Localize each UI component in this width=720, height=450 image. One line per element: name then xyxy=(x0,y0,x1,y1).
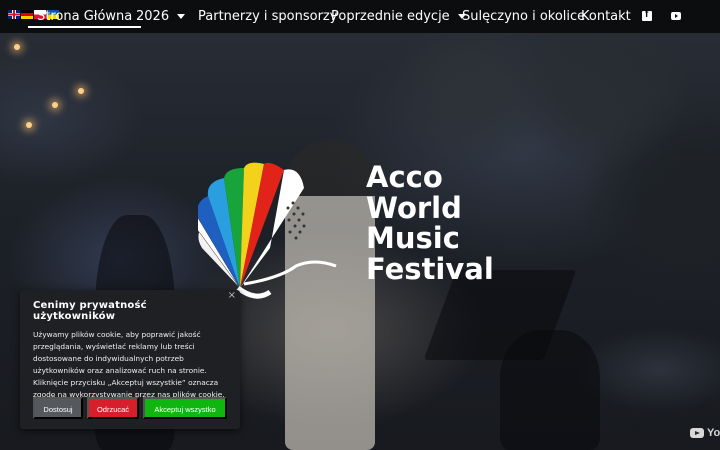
german-flag-icon[interactable] xyxy=(21,10,33,19)
reject-button[interactable]: Odrzucać xyxy=(87,397,139,419)
youtube-watermark[interactable]: YouTube xyxy=(690,427,720,439)
title-line: Acco xyxy=(366,160,443,194)
nav-item-contact[interactable]: Kontakt xyxy=(581,0,631,33)
customize-button[interactable]: Dostosuj xyxy=(33,397,83,419)
nav-item-label: Poprzednie edycje xyxy=(331,9,450,24)
nav-item-region[interactable]: Sulęczyno i okolice xyxy=(462,0,585,33)
title-line: World xyxy=(366,190,462,225)
nav-item-2026[interactable]: 2026 xyxy=(136,0,186,33)
cookie-consent-banner: × Cenimy prywatność użytkowników Używamy… xyxy=(20,290,240,429)
cookie-text-line: Używamy plików cookie, aby poprawić jako… xyxy=(33,330,201,339)
accordion-butterfly-logo xyxy=(198,162,337,299)
nav-item-partners[interactable]: Partnerzy i sponsorzy xyxy=(198,0,337,33)
nav-item-label: 2026 xyxy=(136,9,170,24)
cookie-text-line: użytkowników oraz analizować ruch na str… xyxy=(33,366,207,375)
nav-item-previous-editions[interactable]: Poprzednie edycje xyxy=(331,0,466,33)
festival-title: Acco World Music Festival xyxy=(366,162,494,284)
cookie-title: Cenimy prywatność użytkowników xyxy=(33,300,147,322)
stage-light xyxy=(78,88,84,94)
youtube-icon[interactable] xyxy=(671,12,681,20)
stage-light xyxy=(52,102,58,108)
title-line: Music xyxy=(366,221,460,255)
cookie-text-line: przeglądania, wyświetlać reklamy lub tre… xyxy=(33,342,195,351)
chevron-down-icon xyxy=(177,14,186,19)
top-navigation: Strona Główna 2026 Partnerzy i sponsorzy… xyxy=(0,0,720,33)
close-icon[interactable]: × xyxy=(228,290,236,301)
youtube-play-icon xyxy=(690,428,704,438)
cookie-buttons: Dostosuj Odrzucać Akceptuj wszystko xyxy=(33,397,227,419)
facebook-icon[interactable] xyxy=(642,9,652,21)
cookie-text-line: dostosowane do indywidualnych potrzeb xyxy=(33,354,184,363)
youtube-watermark-label: YouTube xyxy=(707,427,720,439)
stage-light xyxy=(14,44,20,50)
cookie-text-line: Kliknięcie przycisku „Akceptuj wszystkie… xyxy=(33,378,219,387)
nav-item-home[interactable]: Strona Główna xyxy=(27,0,142,33)
accordionist-silhouette xyxy=(500,330,600,450)
accept-all-button[interactable]: Akceptuj wszystko xyxy=(143,397,227,419)
title-line: Festival xyxy=(366,251,494,286)
stage-light xyxy=(26,122,32,128)
english-flag-icon[interactable] xyxy=(8,10,20,19)
cookie-description: Używamy plików cookie, aby poprawić jako… xyxy=(33,329,227,401)
